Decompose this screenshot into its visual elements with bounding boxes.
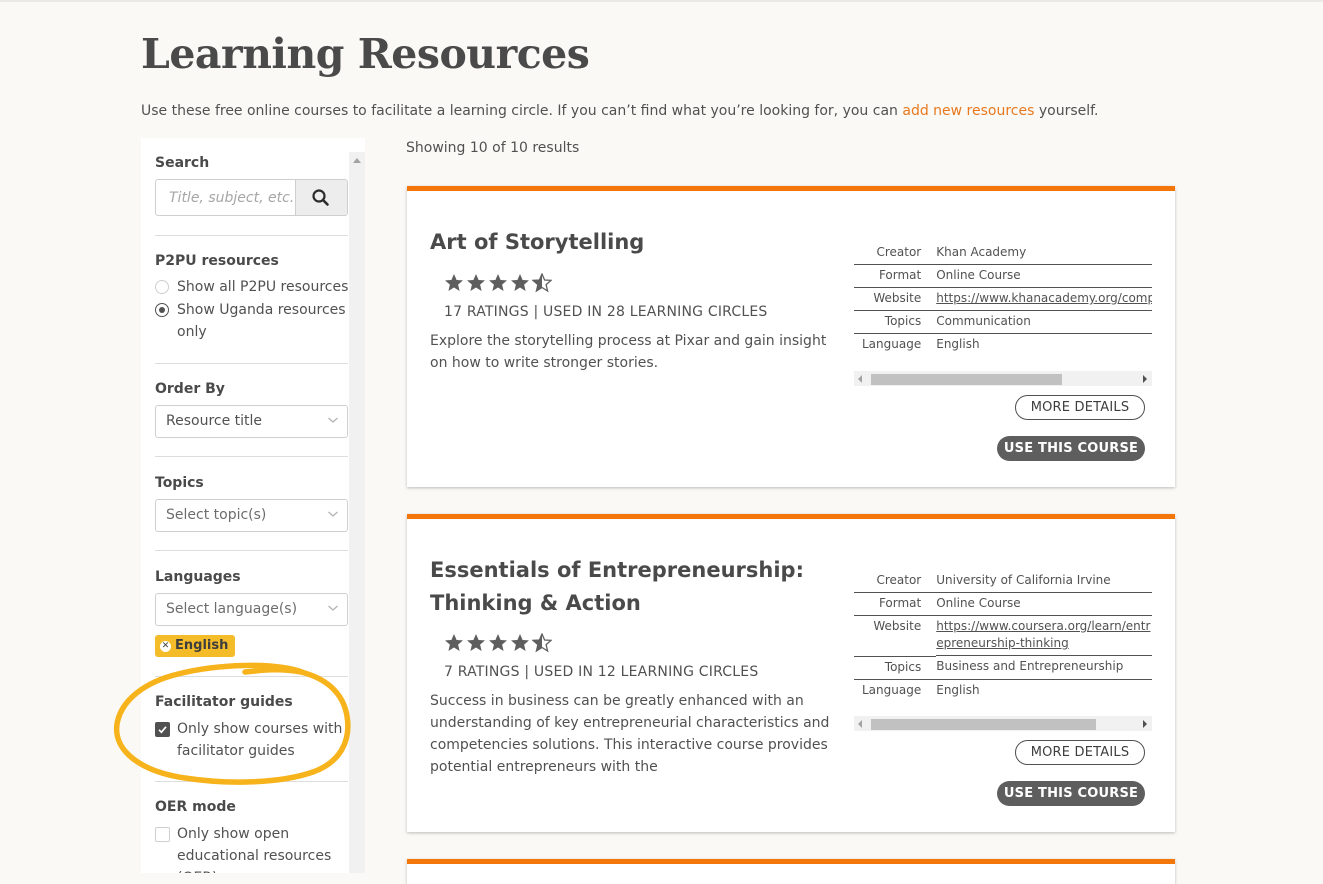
course-card: Art of Storytelling 17 RATINGS | USED IN… bbox=[407, 186, 1175, 487]
search-label: Search bbox=[155, 155, 210, 171]
star-icon bbox=[511, 634, 529, 651]
course-title: Art of Storytelling bbox=[430, 230, 645, 254]
metadata-horizontal-scrollbar[interactable] bbox=[854, 716, 1152, 731]
search-box bbox=[155, 179, 348, 216]
page-title: Learning Resources bbox=[141, 30, 590, 78]
course-card: Essentials of Entrepreneurship: Thinking… bbox=[407, 514, 1175, 832]
website-link[interactable]: https://www.coursera.org/learn/entrepren… bbox=[936, 619, 1150, 650]
radio-button-selected[interactable] bbox=[155, 303, 169, 317]
scroll-left-arrow-icon[interactable] bbox=[858, 720, 862, 728]
course-description: Explore the storytelling process at Pixa… bbox=[430, 333, 827, 371]
radio-show-all[interactable]: Show all P2PU resources bbox=[155, 276, 350, 298]
course-title: Essentials of Entrepreneurship: Thinking… bbox=[430, 558, 804, 615]
results-count: Showing 10 of 10 results bbox=[406, 140, 580, 156]
add-new-resources-link[interactable]: add new resources bbox=[902, 103, 1034, 119]
meta-row-language: Language English bbox=[862, 337, 980, 351]
scroll-right-arrow-icon[interactable] bbox=[1143, 375, 1147, 383]
top-border bbox=[0, 0, 1323, 2]
language-tag-english: ✕ English bbox=[155, 635, 236, 657]
star-icon bbox=[489, 274, 507, 291]
checkbox[interactable] bbox=[155, 827, 170, 842]
order-by-select[interactable]: Resource title bbox=[155, 405, 348, 438]
meta-row-website: Websitehttps://www.khanacademy.org/compu… bbox=[854, 287, 1152, 311]
scroll-left-arrow-icon[interactable] bbox=[858, 375, 862, 383]
meta-row-language: Language English bbox=[862, 682, 980, 697]
metadata-horizontal-scrollbar[interactable] bbox=[854, 371, 1152, 386]
meta-row-format: Format Online Course bbox=[854, 264, 1152, 288]
scrollbar-thumb[interactable] bbox=[871, 719, 1096, 730]
topics-label: Topics bbox=[155, 475, 204, 491]
star-icon bbox=[445, 634, 463, 651]
radio-uganda-only[interactable]: Show Uganda resources only bbox=[155, 299, 350, 343]
p2pu-resources-label: P2PU resources bbox=[155, 253, 279, 269]
scroll-right-arrow-icon[interactable] bbox=[1143, 720, 1147, 728]
meta-row-creator: Creator University of California Irvine bbox=[854, 570, 1152, 593]
meta-row-topics: Topics Business and Entrepreneurship bbox=[854, 656, 1152, 680]
course-metadata: Creator Khan Academy Format Online Course … bbox=[854, 242, 1152, 356]
chevron-down-icon bbox=[328, 417, 338, 423]
scroll-up-arrow-icon[interactable] bbox=[353, 158, 361, 163]
topics-select[interactable]: Select topic(s) bbox=[155, 499, 348, 532]
course-metadata: Creator University of California Irvine F… bbox=[854, 570, 1152, 702]
search-button[interactable] bbox=[295, 180, 347, 215]
meta-row-website: Website https://www.coursera.org/learn/en… bbox=[854, 615, 1152, 657]
use-this-course-button[interactable]: USE THIS COURSE bbox=[997, 436, 1145, 461]
chevron-down-icon bbox=[328, 605, 338, 611]
remove-tag-icon[interactable]: ✕ bbox=[160, 641, 171, 652]
intro-text: Use these free online courses to facilit… bbox=[141, 103, 1099, 119]
chevron-down-icon bbox=[328, 511, 338, 517]
oer-mode-label: OER mode bbox=[155, 799, 236, 815]
ratings-summary: 7 RATINGS | USED IN 12 LEARNING CIRCLES bbox=[444, 664, 759, 680]
half-star-icon bbox=[532, 633, 552, 653]
languages-label: Languages bbox=[155, 569, 241, 585]
search-input[interactable] bbox=[156, 180, 295, 215]
more-details-button[interactable]: MORE DETAILS bbox=[1015, 740, 1145, 765]
highlight-annotation-circle bbox=[113, 662, 351, 785]
order-by-label: Order By bbox=[155, 381, 225, 397]
course-description: Success in business can be greatly enhan… bbox=[430, 693, 830, 775]
more-details-button[interactable]: MORE DETAILS bbox=[1015, 395, 1145, 420]
meta-row-topics: Topics Communication bbox=[854, 310, 1152, 334]
languages-select[interactable]: Select language(s) bbox=[155, 593, 348, 626]
star-rating bbox=[444, 633, 554, 653]
use-this-course-button[interactable]: USE THIS COURSE bbox=[997, 781, 1145, 806]
scrollbar-thumb[interactable] bbox=[871, 374, 1062, 385]
star-icon bbox=[467, 634, 485, 651]
meta-row-creator: Creator Khan Academy bbox=[854, 242, 1152, 265]
search-icon bbox=[312, 189, 329, 206]
star-icon bbox=[467, 274, 485, 291]
divider bbox=[155, 550, 348, 551]
divider bbox=[155, 363, 348, 364]
ratings-summary: 17 RATINGS | USED IN 28 LEARNING CIRCLES bbox=[444, 304, 768, 320]
divider bbox=[155, 456, 348, 457]
star-icon bbox=[489, 634, 507, 651]
oer-mode-checkbox-row[interactable]: Only show open educational resources (OE… bbox=[155, 823, 350, 873]
divider bbox=[155, 235, 348, 236]
radio-button[interactable] bbox=[155, 280, 169, 294]
star-rating bbox=[444, 273, 554, 293]
course-card-partial bbox=[407, 859, 1175, 884]
star-icon bbox=[511, 274, 529, 291]
website-link[interactable]: https://www.khanacademy.org/computing/pi… bbox=[936, 291, 1152, 305]
half-star-icon bbox=[532, 273, 552, 293]
meta-row-format: Format Online Course bbox=[854, 592, 1152, 616]
star-icon bbox=[445, 274, 463, 291]
